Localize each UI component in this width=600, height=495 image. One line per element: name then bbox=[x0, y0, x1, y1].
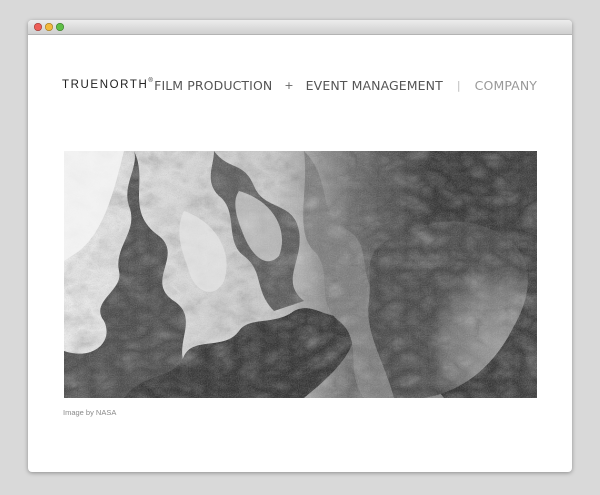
registered-mark: ® bbox=[148, 78, 153, 85]
logo-text: TRUENORTH bbox=[62, 79, 149, 91]
image-caption: Image by NASA bbox=[63, 408, 117, 417]
main-navigation: FILM PRODUCTION + EVENT MANAGEMENT | COM… bbox=[154, 78, 537, 93]
minimize-window-button[interactable] bbox=[45, 23, 53, 31]
nav-film-production[interactable]: FILM PRODUCTION bbox=[154, 78, 272, 93]
window-titlebar bbox=[28, 20, 572, 35]
nav-divider: | bbox=[456, 79, 461, 92]
nav-company[interactable]: COMPANY bbox=[475, 78, 537, 93]
site-logo[interactable]: TRUENORTH® bbox=[62, 78, 153, 91]
nav-plus-separator: + bbox=[284, 79, 294, 92]
close-window-button[interactable] bbox=[34, 23, 42, 31]
nav-event-management[interactable]: EVENT MANAGEMENT bbox=[306, 78, 443, 93]
satellite-image-graphic bbox=[64, 151, 537, 398]
maximize-window-button[interactable] bbox=[56, 23, 64, 31]
hero-image bbox=[64, 151, 537, 398]
browser-window: TRUENORTH® FILM PRODUCTION + EVENT MANAG… bbox=[28, 20, 572, 472]
